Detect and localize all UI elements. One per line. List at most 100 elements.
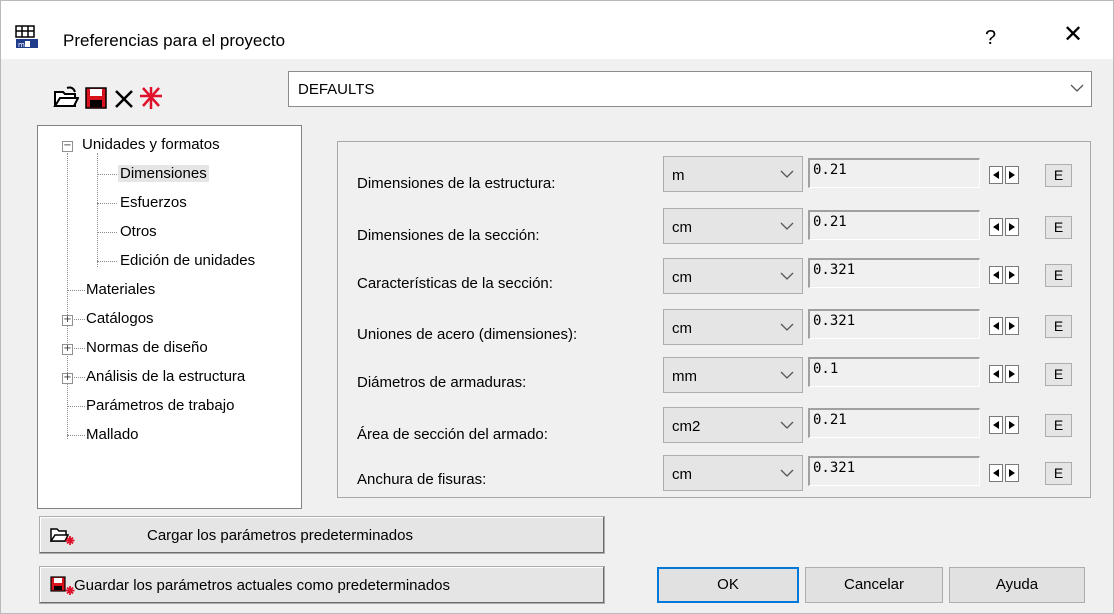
preset-combobox[interactable]: DEFAULTS: [288, 71, 1092, 107]
title-bar: m Preferencias para el proyecto ? ✕: [1, 1, 1113, 59]
chevron-down-icon: [780, 469, 794, 477]
spin-right-button[interactable]: [1005, 317, 1019, 335]
spin-left-button[interactable]: [989, 464, 1003, 482]
unit-value: m: [672, 167, 685, 184]
format-value: 0.21: [813, 162, 847, 178]
save-disk-icon: [50, 576, 75, 595]
svg-text:m: m: [18, 41, 25, 49]
row-label: Diámetros de armaduras:: [357, 374, 527, 391]
row-label: Área de sección del armado:: [357, 426, 548, 443]
spin-right-button[interactable]: [1005, 416, 1019, 434]
tree-item-mallado[interactable]: Mallado: [86, 426, 139, 443]
format-value: 0.1: [813, 361, 839, 377]
row-label: Anchura de fisuras:: [357, 471, 487, 488]
spin-left-button[interactable]: [989, 416, 1003, 434]
spin-right-button[interactable]: [1005, 464, 1019, 482]
format-field[interactable]: 0.21: [808, 210, 980, 240]
tree-item-esfuerzos[interactable]: Esfuerzos: [120, 194, 187, 211]
tree-item-otros[interactable]: Otros: [120, 223, 157, 240]
unit-select[interactable]: mm: [663, 357, 803, 393]
format-value: 0.21: [813, 214, 847, 230]
e-button[interactable]: E: [1045, 363, 1072, 386]
tree-item-catalogos[interactable]: Catálogos: [86, 310, 154, 327]
e-button[interactable]: E: [1045, 216, 1072, 239]
format-value: 0.321: [813, 460, 856, 476]
unit-select[interactable]: cm: [663, 309, 803, 345]
format-field[interactable]: 0.21: [808, 408, 980, 438]
save-defaults-button[interactable]: Guardar los parámetros actuales como pre…: [39, 566, 605, 604]
tree-item-analisis[interactable]: Análisis de la estructura: [86, 368, 245, 385]
tree-expand-toggle[interactable]: +: [62, 315, 73, 326]
chevron-down-icon: [780, 170, 794, 178]
tree-item-unidades[interactable]: Unidades y formatos: [82, 136, 220, 153]
tree-expand-toggle[interactable]: +: [62, 373, 73, 384]
e-button[interactable]: E: [1045, 164, 1072, 187]
spin-right-button[interactable]: [1005, 266, 1019, 284]
chevron-down-icon: [780, 323, 794, 331]
ok-button[interactable]: OK: [657, 567, 799, 603]
format-field[interactable]: 0.321: [808, 309, 980, 339]
preset-value: DEFAULTS: [298, 81, 375, 98]
tree-item-edicion-unidades[interactable]: Edición de unidades: [120, 252, 255, 269]
row-label: Uniones de acero (dimensiones):: [357, 326, 578, 343]
spin-left-button[interactable]: [989, 166, 1003, 184]
spin-right-button[interactable]: [1005, 218, 1019, 236]
open-folder-icon[interactable]: [53, 84, 80, 112]
e-button[interactable]: E: [1045, 414, 1072, 437]
chevron-down-icon: [780, 222, 794, 230]
e-button[interactable]: E: [1045, 315, 1072, 338]
format-field[interactable]: 0.1: [808, 357, 980, 387]
new-star-icon[interactable]: [138, 84, 164, 112]
format-value: 0.321: [813, 262, 856, 278]
row-label: Características de la sección:: [357, 275, 553, 292]
unit-value: cm: [672, 466, 692, 483]
load-defaults-label: Cargar los parámetros predeterminados: [147, 527, 413, 544]
e-button[interactable]: E: [1045, 462, 1072, 485]
unit-select[interactable]: m: [663, 156, 803, 192]
close-button[interactable]: ✕: [1063, 23, 1083, 47]
tree-expand-toggle[interactable]: +: [62, 344, 73, 355]
cancel-button[interactable]: Cancelar: [805, 567, 943, 603]
app-icon: m: [15, 25, 39, 49]
chevron-down-icon: [780, 371, 794, 379]
load-folder-icon: [50, 528, 75, 545]
row-label: Dimensiones de la sección:: [357, 227, 540, 244]
unit-select[interactable]: cm2: [663, 407, 803, 443]
unit-select[interactable]: cm: [663, 258, 803, 294]
unit-value: cm: [672, 320, 692, 337]
spin-right-button[interactable]: [1005, 166, 1019, 184]
spin-left-button[interactable]: [989, 266, 1003, 284]
load-defaults-button[interactable]: Cargar los parámetros predeterminados: [39, 516, 605, 554]
help-dialog-button[interactable]: Ayuda: [949, 567, 1085, 603]
spin-left-button[interactable]: [989, 365, 1003, 383]
e-button[interactable]: E: [1045, 264, 1072, 287]
unit-select[interactable]: cm: [663, 208, 803, 244]
format-field[interactable]: 0.21: [808, 158, 980, 188]
format-field[interactable]: 0.321: [808, 456, 980, 486]
unit-value: cm: [672, 269, 692, 286]
format-value: 0.21: [813, 412, 847, 428]
format-field[interactable]: 0.321: [808, 258, 980, 288]
help-button[interactable]: ?: [985, 27, 996, 50]
tree-item-parametros[interactable]: Parámetros de trabajo: [86, 397, 234, 414]
save-defaults-label: Guardar los parámetros actuales como pre…: [74, 577, 451, 594]
tree-item-normas[interactable]: Normas de diseño: [86, 339, 208, 356]
category-tree[interactable]: − Unidades y formatos Dimensiones Esfuer…: [37, 125, 302, 509]
unit-select[interactable]: cm: [663, 455, 803, 491]
spin-left-button[interactable]: [989, 317, 1003, 335]
tree-collapse-toggle[interactable]: −: [62, 141, 73, 152]
chevron-down-icon: [1070, 84, 1084, 92]
unit-value: mm: [672, 368, 697, 385]
chevron-down-icon: [780, 421, 794, 429]
chevron-down-icon: [780, 272, 794, 280]
tree-item-dimensiones[interactable]: Dimensiones: [118, 165, 209, 182]
window-title: Preferencias para el proyecto: [63, 31, 286, 50]
tree-item-materiales[interactable]: Materiales: [86, 281, 155, 298]
spin-right-button[interactable]: [1005, 365, 1019, 383]
spin-left-button[interactable]: [989, 218, 1003, 236]
preferences-dialog: m Preferencias para el proyecto ? ✕ DEFA…: [0, 0, 1114, 614]
format-value: 0.321: [813, 313, 856, 329]
row-label: Dimensiones de la estructura:: [357, 175, 556, 192]
save-disk-icon[interactable]: [83, 84, 109, 112]
delete-x-icon[interactable]: [111, 84, 137, 112]
